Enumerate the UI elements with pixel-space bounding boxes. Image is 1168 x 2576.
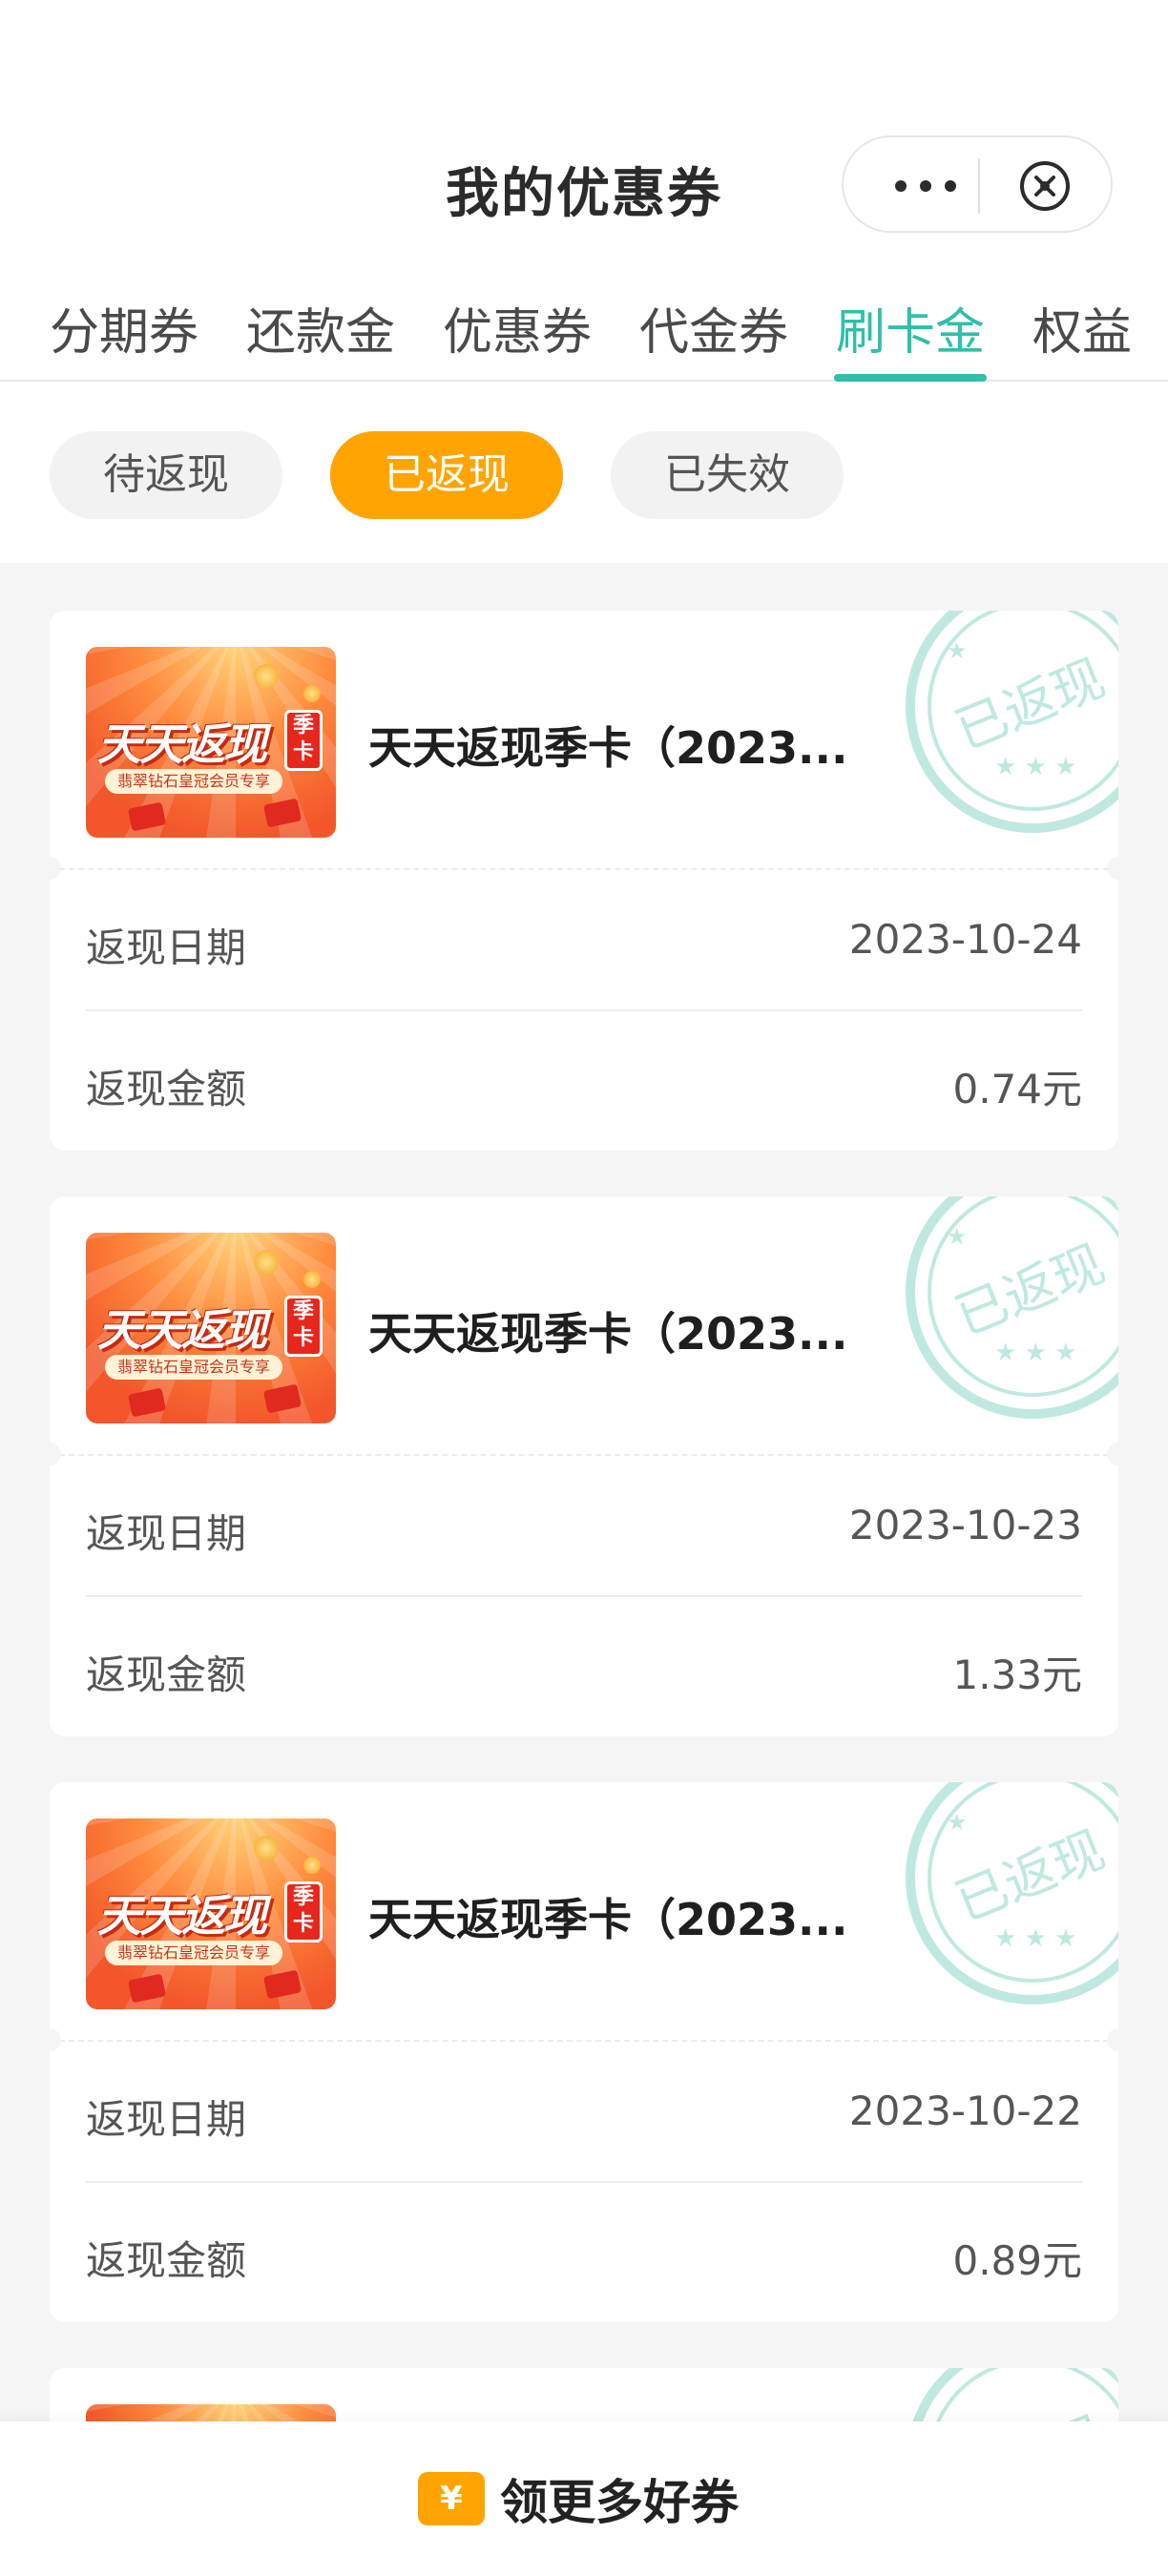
tab-voucher[interactable]: 代金券 (639, 292, 788, 364)
coupon-thumbnail: 天天返现 季卡 翡翠钻石皇冠会员专享 (86, 1233, 336, 1423)
thumbnail-badge: 季卡 (284, 710, 323, 771)
tab-card-cashback[interactable]: 刷卡金 (836, 292, 985, 364)
card-notch-left (50, 857, 61, 880)
card-notch-right (1107, 857, 1118, 880)
cashback-date-label: 返现日期 (86, 924, 247, 971)
card-notch-right (1107, 2028, 1118, 2051)
thumbnail-title: 天天返现 (97, 1304, 267, 1356)
filter-cashback-done[interactable]: 已返现 (330, 431, 563, 519)
thumbnail-title: 天天返现 (97, 718, 267, 770)
thumbnail-subtitle: 翡翠钻石皇冠会员专享 (105, 1355, 282, 1380)
row-divider (86, 2181, 1082, 2183)
row-divider (86, 1595, 1082, 1597)
coupon-category-tabs: 分期券 还款金 优惠券 代金券 刷卡金 权益 (0, 286, 1168, 382)
cashback-amount-label: 返现金额 (86, 2237, 247, 2284)
row-divider (86, 1009, 1082, 1011)
cashback-amount-label: 返现金额 (86, 1066, 247, 1112)
cashback-card[interactable]: 天天返现 季卡 翡翠钻石皇冠会员专享 天天返现季卡（2023... 已返现 ★ … (50, 611, 1118, 1151)
card-notch-left (50, 1443, 61, 1465)
mini-program-capsule (842, 135, 1113, 233)
bottom-action-bar: ¥ 领更多好券 (0, 2421, 1168, 2576)
cashback-card[interactable]: 天天返现 季卡 翡翠钻石皇冠会员专享 天天返现季卡（2023... 已返现 ★ … (50, 1196, 1118, 1736)
cashback-amount-value: 1.33元 (952, 1652, 1082, 1698)
cashback-amount-value: 0.89元 (952, 2237, 1082, 2284)
cashback-amount-label: 返现金额 (86, 1652, 247, 1698)
card-perforation (50, 2040, 1118, 2042)
cashback-done-stamp: 已返现 ★ ★ ★ ★ (906, 611, 1118, 833)
svg-text:★: ★ (947, 1809, 968, 1836)
svg-text:★ ★ ★: ★ ★ ★ (994, 753, 1076, 781)
coupon-name: 天天返现季卡（2023... (368, 722, 848, 774)
stamp-text: 已返现 (947, 1234, 1113, 1347)
thumbnail-badge: 季卡 (284, 1881, 323, 1942)
header: 我的优惠券 分期券 还款金 优惠券 代金券 刷卡金 权益 (0, 0, 1168, 382)
filter-expired[interactable]: 已失效 (611, 431, 844, 519)
coupon-thumbnail: 天天返现 季卡 翡翠钻石皇冠会员专享 (86, 1818, 336, 2009)
cashback-date-value: 2023-10-23 (848, 1502, 1082, 1548)
cashback-date-label: 返现日期 (86, 1510, 247, 1557)
close-icon[interactable] (1017, 158, 1073, 214)
card-perforation (50, 868, 1118, 870)
stamp-text: 已返现 (947, 648, 1113, 761)
thumbnail-badge: 季卡 (284, 1296, 323, 1357)
more-menu-icon[interactable] (878, 162, 973, 210)
active-tab-indicator (834, 374, 987, 382)
cashback-amount-value: 0.74元 (952, 1066, 1082, 1112)
card-notch-left (50, 2028, 61, 2051)
cashback-date-value: 2023-10-22 (848, 2088, 1082, 2134)
svg-text:★: ★ (947, 1223, 968, 1250)
get-more-coupons-button[interactable]: ¥ 领更多好券 (418, 2467, 739, 2530)
tab-installment[interactable]: 分期券 (50, 292, 198, 364)
card-notch-right (1107, 1443, 1118, 1465)
stamp-text: 已返现 (947, 1819, 1113, 1933)
capsule-divider (978, 158, 980, 214)
thumbnail-subtitle: 翡翠钻石皇冠会员专享 (105, 769, 282, 794)
svg-text:★ ★ ★: ★ ★ ★ (994, 1339, 1076, 1367)
status-filter-bar: 待返现 已返现 已失效 (0, 382, 1168, 563)
card-perforation (50, 1454, 1118, 1456)
svg-text:★ ★ ★: ★ ★ ★ (994, 1924, 1076, 1953)
thumbnail-title: 天天返现 (97, 1890, 267, 1942)
cashback-date-value: 2023-10-24 (848, 916, 1082, 963)
filter-pending-cashback[interactable]: 待返现 (50, 431, 282, 519)
cashback-done-stamp: 已返现 ★ ★ ★ ★ (906, 1782, 1118, 2005)
coupon-yen-icon: ¥ (418, 2472, 485, 2525)
coupon-thumbnail: 天天返现 季卡 翡翠钻石皇冠会员专享 (86, 647, 336, 838)
svg-text:★: ★ (947, 637, 968, 664)
coupon-name: 天天返现季卡（2023... (368, 1894, 848, 1945)
tab-benefits[interactable]: 权益 (1032, 292, 1132, 364)
get-more-coupons-label: 领更多好券 (500, 2475, 739, 2530)
coupon-name: 天天返现季卡（2023... (368, 1308, 848, 1360)
thumbnail-subtitle: 翡翠钻石皇冠会员专享 (105, 1941, 282, 1965)
cashback-card[interactable]: 天天返现 季卡 翡翠钻石皇冠会员专享 天天返现季卡（2023... 已返现 ★ … (50, 1782, 1118, 2322)
cashback-date-label: 返现日期 (86, 2096, 247, 2143)
tab-repayment[interactable]: 还款金 (246, 292, 395, 364)
tab-discount[interactable]: 优惠券 (443, 292, 592, 364)
cashback-done-stamp: 已返现 ★ ★ ★ ★ (906, 1196, 1118, 1419)
